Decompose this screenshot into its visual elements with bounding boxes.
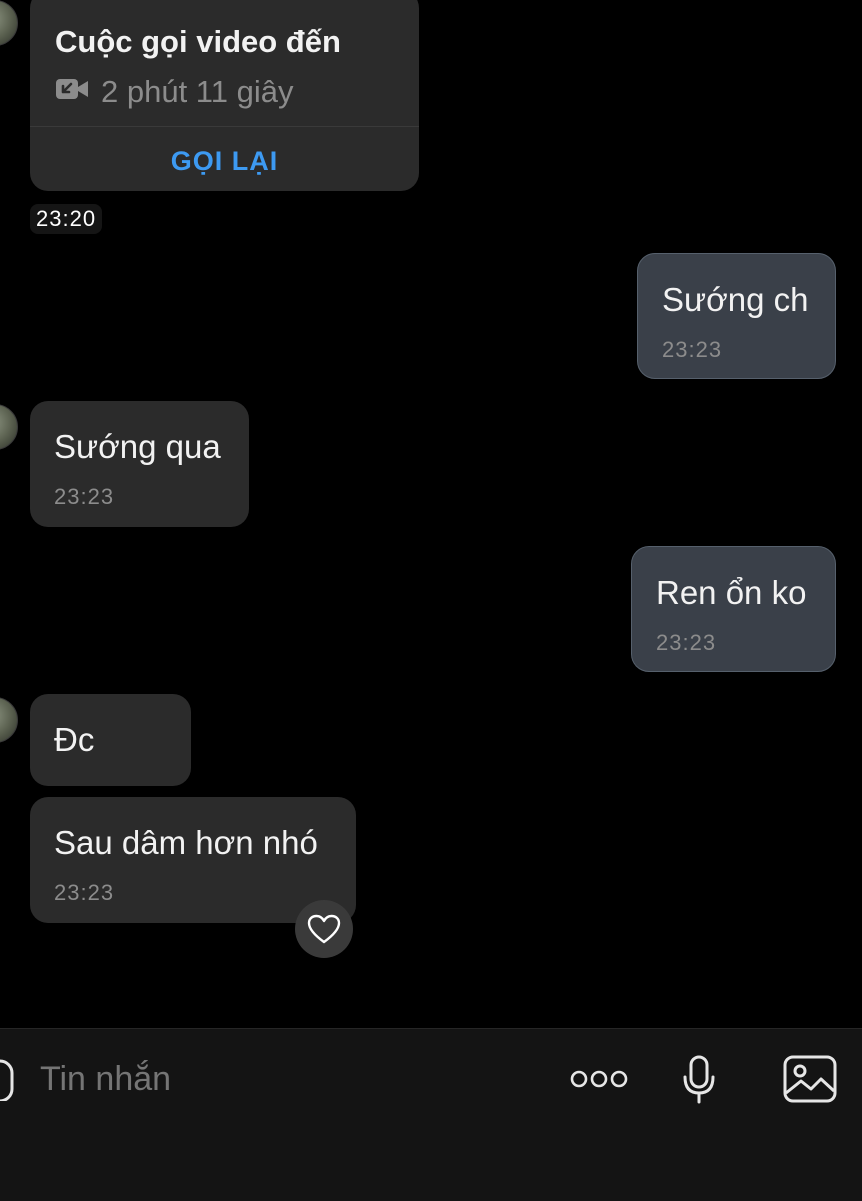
react-heart-button[interactable]: [295, 900, 353, 958]
heart-outline-icon: [307, 914, 341, 944]
call-timestamp: 23:20: [30, 204, 103, 234]
message-bubble-outgoing[interactable]: Ren ổn ko 23:23: [631, 546, 836, 672]
message-composer: [0, 1028, 862, 1201]
message-bubble-incoming[interactable]: Sướng qua 23:23: [30, 401, 249, 527]
message-time: 23:23: [54, 880, 115, 905]
contact-avatar[interactable]: [0, 0, 18, 46]
more-dots-icon[interactable]: [570, 1069, 628, 1089]
image-icon[interactable]: [783, 1055, 837, 1103]
sticker-icon[interactable]: [0, 1057, 16, 1103]
microphone-icon[interactable]: [682, 1055, 716, 1105]
call-back-button[interactable]: GỌI LẠI: [30, 146, 419, 177]
message-time: 23:23: [662, 337, 723, 362]
call-title: Cuộc gọi video đến: [55, 24, 341, 59]
call-duration: 2 phút 11 giây: [101, 74, 294, 109]
message-text: Ren ổn ko: [656, 574, 807, 611]
contact-avatar[interactable]: [0, 404, 18, 450]
message-bubble-incoming[interactable]: Đc: [30, 694, 191, 786]
message-text: Sướng ch: [662, 281, 809, 318]
message-input[interactable]: [40, 1057, 520, 1101]
message-text: Sướng qua: [54, 428, 221, 465]
message-time: 23:23: [54, 484, 115, 509]
message-text: Sau dâm hơn nhó: [54, 824, 318, 861]
video-camera-incoming-icon: [55, 76, 89, 102]
message-text: Đc: [54, 721, 95, 758]
message-time: 23:23: [656, 630, 717, 655]
message-bubble-outgoing[interactable]: Sướng ch 23:23: [637, 253, 836, 379]
video-call-card: Cuộc gọi video đến 2 phút 11 giây GỌI LẠ…: [30, 0, 419, 191]
contact-avatar[interactable]: [0, 697, 18, 743]
call-divider: [30, 126, 419, 127]
